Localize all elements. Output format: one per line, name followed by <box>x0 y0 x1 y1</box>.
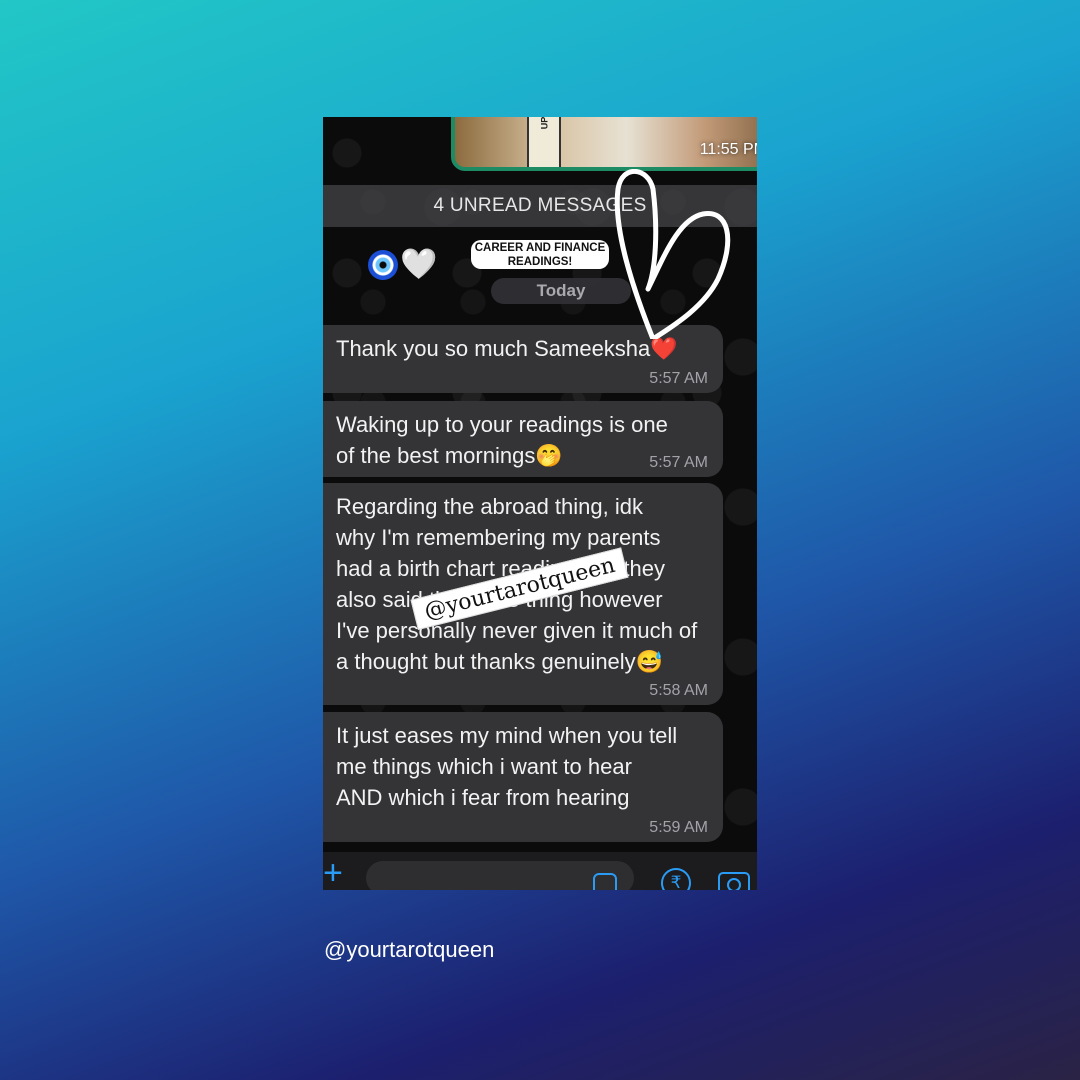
heart-scribble-icon <box>614 169 731 339</box>
message-bubble[interactable]: Waking up to your readings is one of the… <box>323 401 723 477</box>
image-message[interactable]: UPS 11:55 PM <box>451 117 757 171</box>
message-time: 5:57 AM <box>649 454 708 471</box>
message-time: 5:58 AM <box>649 682 708 699</box>
message-time: 5:59 AM <box>649 819 708 836</box>
chat-screenshot: UPS 11:55 PM 4 UNREAD MESSAGES 🤍 CAREER … <box>323 117 757 890</box>
message-time: 5:57 AM <box>649 370 708 387</box>
sticker-icon[interactable] <box>593 873 617 890</box>
rupee-payment-icon[interactable]: ₹ <box>661 868 691 890</box>
chat-input-bar: + ₹ <box>323 852 757 890</box>
evil-eye-icon <box>368 250 398 281</box>
emoji-decoration: 🤍 <box>368 248 438 282</box>
image-message-time: 11:55 PM <box>699 141 757 158</box>
camera-icon[interactable] <box>718 872 750 890</box>
career-finance-sticker: CAREER AND FINANCE READINGS! <box>471 240 609 269</box>
plus-icon[interactable]: + <box>323 856 343 890</box>
message-bubble[interactable]: It just eases my mind when you tell me t… <box>323 712 723 842</box>
message-text: It just eases my mind when you tell me t… <box>336 723 678 810</box>
card-label: UPS <box>539 117 550 130</box>
white-heart-icon: 🤍 <box>400 248 438 282</box>
credit-handle: @yourtarotqueen <box>324 937 495 962</box>
